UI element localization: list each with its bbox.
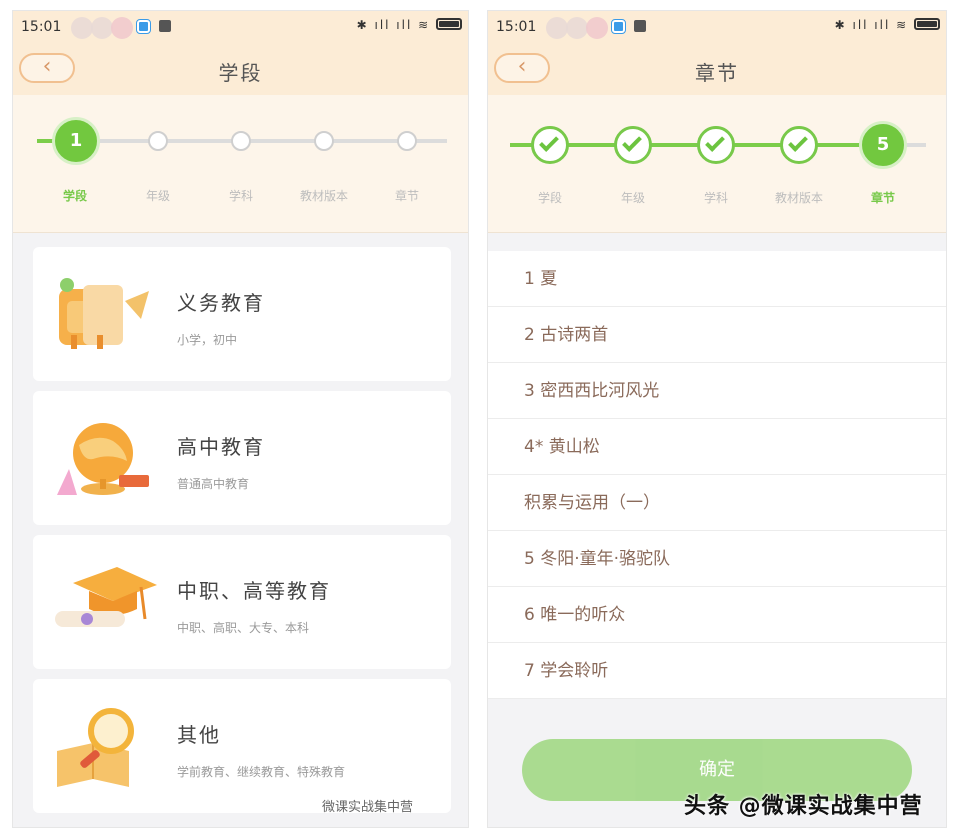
page-title: 章节: [695, 61, 739, 85]
stepper: 1 学段 年级 学科 教材版本 章节: [13, 95, 468, 233]
step-2-node: [614, 126, 652, 164]
globe-icon: [53, 415, 157, 501]
step-3-node: [231, 131, 251, 151]
card-title: 中职、高等教育: [177, 579, 331, 603]
signal-wifi-battery-icons: ✱ ıll ıll ≋: [357, 18, 462, 32]
stage-card-high-school[interactable]: 高中教育 普通高中教育: [33, 391, 451, 525]
chapter-item[interactable]: 4* 黄山松: [488, 419, 946, 475]
stepper: 5 学段 年级 学科 教材版本 章节: [488, 95, 946, 233]
right-screen: 15:01 ✱ ıll ıll ≋ ‹ 章节 5 学段 年级 学科 教材版本 章…: [487, 10, 947, 828]
app-notification-icon: [611, 19, 626, 34]
step-1-label: 学段: [62, 189, 88, 203]
chapter-item[interactable]: 5 冬阳·童年·骆驼队: [488, 531, 946, 587]
battery-icon: [436, 18, 462, 30]
step-3-label: 学科: [703, 191, 729, 205]
step-5-label: 章节: [870, 191, 896, 205]
stage-card-compulsory[interactable]: 义务教育 小学，初中: [33, 247, 451, 381]
app-notification-icon: [136, 19, 151, 34]
step-4-label: 教材版本: [774, 191, 824, 205]
card-title: 义务教育: [177, 291, 265, 315]
step-5-node: 5: [859, 121, 907, 169]
check-icon: [788, 132, 808, 152]
status-time: 15:01: [21, 19, 62, 35]
left-screen: 15:01 ✱ ıll ıll ≋ ‹ 学段 1 学段 年级 学科 教材版本 章…: [12, 10, 469, 828]
step-1-label: 学段: [537, 191, 563, 205]
step-2-node: [148, 131, 168, 151]
battery-icon: [914, 18, 940, 30]
stage-card-vocational[interactable]: 中职、高等教育 中职、高职、大专、本科: [33, 535, 451, 669]
chapter-item[interactable]: 6 唯一的听众: [488, 587, 946, 643]
magnifier-book-icon: [53, 703, 157, 789]
step-1-node: 1: [52, 117, 100, 165]
status-bar: 15:01 ✱ ıll ıll ≋: [13, 11, 468, 43]
schoolbag-icon: [53, 271, 157, 357]
message-notification-icon: [634, 20, 646, 32]
step-4-label: 教材版本: [299, 189, 349, 203]
message-notification-icon: [159, 20, 171, 32]
chapter-item[interactable]: 1 夏: [488, 251, 946, 307]
step-1-node: [531, 126, 569, 164]
card-subtitle: 学前教育、继续教育、特殊教育: [177, 765, 346, 779]
card-title: 其他: [177, 723, 221, 747]
stage-card-other[interactable]: 其他 学前教育、继续教育、特殊教育: [33, 679, 451, 813]
step-5-node: [397, 131, 417, 151]
nav-bar: ‹ 学段: [13, 43, 468, 95]
check-icon: [622, 132, 642, 152]
step-5-label: 章节: [394, 189, 420, 203]
card-subtitle: 小学，初中: [177, 333, 238, 347]
step-3-label: 学科: [228, 189, 254, 203]
chapter-item[interactable]: 3 密西西比河风光: [488, 363, 946, 419]
check-icon: [539, 132, 559, 152]
graduation-cap-icon: [53, 559, 157, 645]
chapter-list: 1 夏 2 古诗两首 3 密西西比河风光 4* 黄山松 积累与运用（一） 5 冬…: [488, 251, 946, 699]
step-4-node: [314, 131, 334, 151]
card-title: 高中教育: [177, 435, 265, 459]
notification-blobs: [546, 17, 616, 39]
step-3-node: [697, 126, 735, 164]
signal-wifi-battery-icons: ✱ ıll ıll ≋: [835, 18, 940, 32]
step-2-label: 年级: [145, 189, 171, 203]
overlay-watermark: 头条 @微课实战集中营: [684, 794, 923, 819]
chapter-item[interactable]: 积累与运用（一）: [488, 475, 946, 531]
chapter-item[interactable]: 7 学会聆听: [488, 643, 946, 699]
status-bar: 15:01 ✱ ıll ıll ≋: [488, 11, 946, 43]
watermark: 微课实战集中营: [322, 800, 414, 815]
nav-bar: ‹ 章节: [488, 43, 946, 95]
check-icon: [705, 132, 725, 152]
card-subtitle: 普通高中教育: [177, 477, 250, 491]
step-4-node: [780, 126, 818, 164]
card-subtitle: 中职、高职、大专、本科: [177, 621, 310, 635]
step-2-label: 年级: [620, 191, 646, 205]
status-time: 15:01: [496, 19, 537, 35]
page-title: 学段: [218, 61, 263, 85]
chapter-item[interactable]: 2 古诗两首: [488, 307, 946, 363]
notification-blobs: [71, 17, 141, 39]
